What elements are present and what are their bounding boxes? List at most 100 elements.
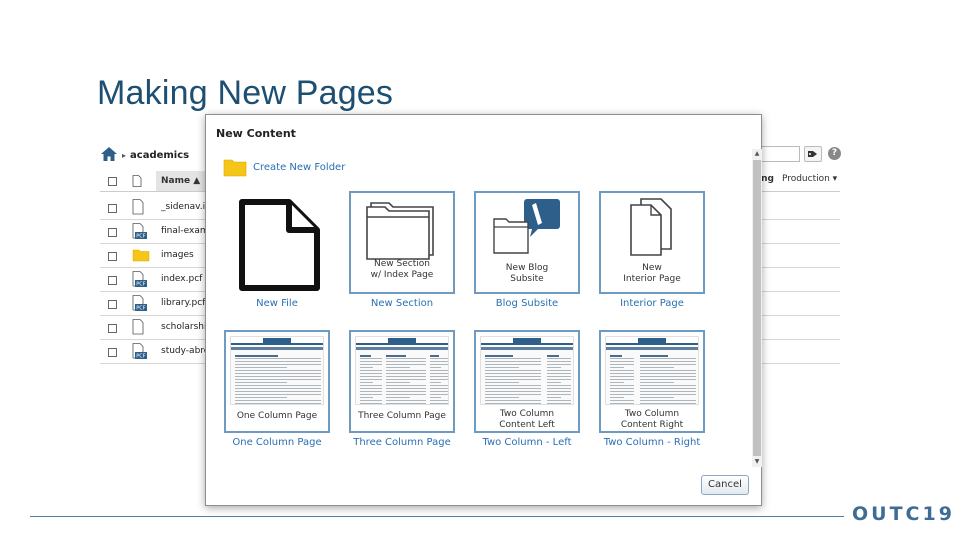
preview-text-line xyxy=(386,355,406,357)
file-name[interactable]: images xyxy=(161,250,194,260)
preview-text-line xyxy=(430,394,448,395)
row-checkbox[interactable] xyxy=(108,204,117,213)
preview-text-line xyxy=(386,370,426,371)
row-checkbox[interactable] xyxy=(108,252,117,261)
file-name[interactable]: index.pcf xyxy=(161,274,202,284)
page-preview xyxy=(355,336,449,405)
footer-rule xyxy=(30,516,844,517)
create-new-folder-link[interactable]: Create New Folder xyxy=(223,157,345,177)
tile-thumbnail: New Blog Subsite xyxy=(474,191,580,294)
pcf-file-icon: PCF xyxy=(132,271,148,292)
preview-text-line xyxy=(640,403,696,404)
name-column-header[interactable]: Name ▲ xyxy=(156,171,206,191)
tile-label: Two Column - Right xyxy=(603,437,701,448)
tile-label: Interior Page xyxy=(620,298,684,309)
preview-text-line xyxy=(485,364,541,365)
preview-header xyxy=(481,337,573,345)
preview-text-line xyxy=(360,388,382,389)
preview-text-line xyxy=(485,376,541,377)
preview-text-line xyxy=(235,394,321,395)
preview-text-line xyxy=(610,367,624,368)
scroll-thumb[interactable] xyxy=(753,160,761,456)
preview-text-line xyxy=(485,391,541,392)
preview-text-line xyxy=(386,364,426,365)
tile-interior-page[interactable]: New Interior Page Interior Page xyxy=(599,191,705,309)
preview-text-line xyxy=(547,358,571,359)
pcf-file-icon: PCF xyxy=(132,223,148,244)
preview-text-line xyxy=(547,394,571,395)
preview-text-line xyxy=(430,403,448,404)
home-icon[interactable] xyxy=(100,146,118,165)
preview-text-line xyxy=(235,391,321,392)
preview-text-line xyxy=(360,403,382,404)
breadcrumb-current[interactable]: academics xyxy=(130,150,189,161)
file-name[interactable]: library.pcf xyxy=(161,298,205,308)
row-checkbox[interactable] xyxy=(108,228,117,237)
tile-label: One Column Page xyxy=(232,437,322,448)
tile-two-column-right[interactable]: Two Column Content Right Two Column - Rig… xyxy=(599,330,705,448)
preview-text-line xyxy=(430,388,448,389)
tile-thumbnail: Three Column Page xyxy=(349,330,455,433)
scroll-down-icon[interactable]: ▼ xyxy=(752,457,762,467)
preview-header xyxy=(356,337,448,345)
tile-new-section[interactable]: New Section w/ Index Page New Section xyxy=(349,191,455,309)
preview-text-line xyxy=(430,370,448,371)
preview-text-line xyxy=(386,403,426,404)
preview-text-line xyxy=(547,361,571,362)
tile-caption: New Section w/ Index Page xyxy=(370,259,434,280)
file-icon xyxy=(239,199,320,291)
preview-text-line xyxy=(547,370,571,371)
dialog-scrollbar[interactable]: ▲ ▼ xyxy=(752,149,762,467)
preview-text-line xyxy=(430,397,441,398)
cancel-button[interactable]: Cancel xyxy=(701,475,749,495)
row-checkbox[interactable] xyxy=(108,276,117,285)
scroll-up-icon[interactable]: ▲ xyxy=(752,149,762,159)
preview-text-line xyxy=(235,358,321,359)
tile-thumbnail: One Column Page xyxy=(224,330,330,433)
preview-text-line xyxy=(547,382,561,383)
row-checkbox[interactable] xyxy=(108,348,117,357)
preview-text-line xyxy=(485,400,541,401)
preview-logo xyxy=(513,338,541,343)
preview-text-line xyxy=(610,364,634,365)
preview-text-line xyxy=(386,376,426,377)
preview-text-line xyxy=(547,403,571,404)
folder-icon xyxy=(132,247,150,266)
search-input[interactable] xyxy=(760,146,800,162)
preview-text-line xyxy=(610,373,634,374)
row-checkbox[interactable] xyxy=(108,324,117,333)
document-icon xyxy=(132,199,148,220)
preview-text-line xyxy=(360,379,382,380)
preview-text-line xyxy=(430,373,448,374)
tile-label: Blog Subsite xyxy=(495,298,559,309)
preview-text-line xyxy=(235,385,321,386)
row-checkbox[interactable] xyxy=(108,300,117,309)
dialog-title: New Content xyxy=(216,127,296,140)
preview-text-line xyxy=(235,382,287,383)
preview-text-line xyxy=(640,385,696,386)
preview-text-line xyxy=(485,379,541,380)
tile-thumbnail: Two Column Content Right xyxy=(599,330,705,433)
preview-text-line xyxy=(485,355,513,357)
preview-text-line xyxy=(386,397,410,398)
tag-button[interactable] xyxy=(804,146,822,162)
tile-thumbnail xyxy=(224,191,330,294)
file-name[interactable]: _sidenav.in xyxy=(161,202,211,212)
select-all-checkbox[interactable] xyxy=(108,177,117,186)
production-column-header[interactable]: Production ▾ xyxy=(782,174,837,184)
tile-label: Three Column Page xyxy=(353,437,451,448)
preview-text-line xyxy=(386,358,426,359)
preview-text-line xyxy=(485,358,541,359)
tile-one-column-page[interactable]: One Column Page One Column Page xyxy=(224,330,330,448)
preview-text-line xyxy=(430,376,448,377)
tile-two-column-left[interactable]: Two Column Content Left Two Column - Left xyxy=(474,330,580,448)
preview-text-line xyxy=(360,355,371,357)
tile-three-column-page[interactable]: Three Column Page Three Column Page xyxy=(349,330,455,448)
preview-text-line xyxy=(610,358,634,359)
tile-new-file[interactable]: New File xyxy=(224,191,330,309)
preview-text-line xyxy=(360,385,382,386)
tile-blog-subsite[interactable]: New Blog Subsite Blog Subsite xyxy=(474,191,580,309)
document-icon xyxy=(132,319,148,340)
help-icon[interactable]: ? xyxy=(828,147,841,160)
preview-text-line xyxy=(235,361,321,362)
